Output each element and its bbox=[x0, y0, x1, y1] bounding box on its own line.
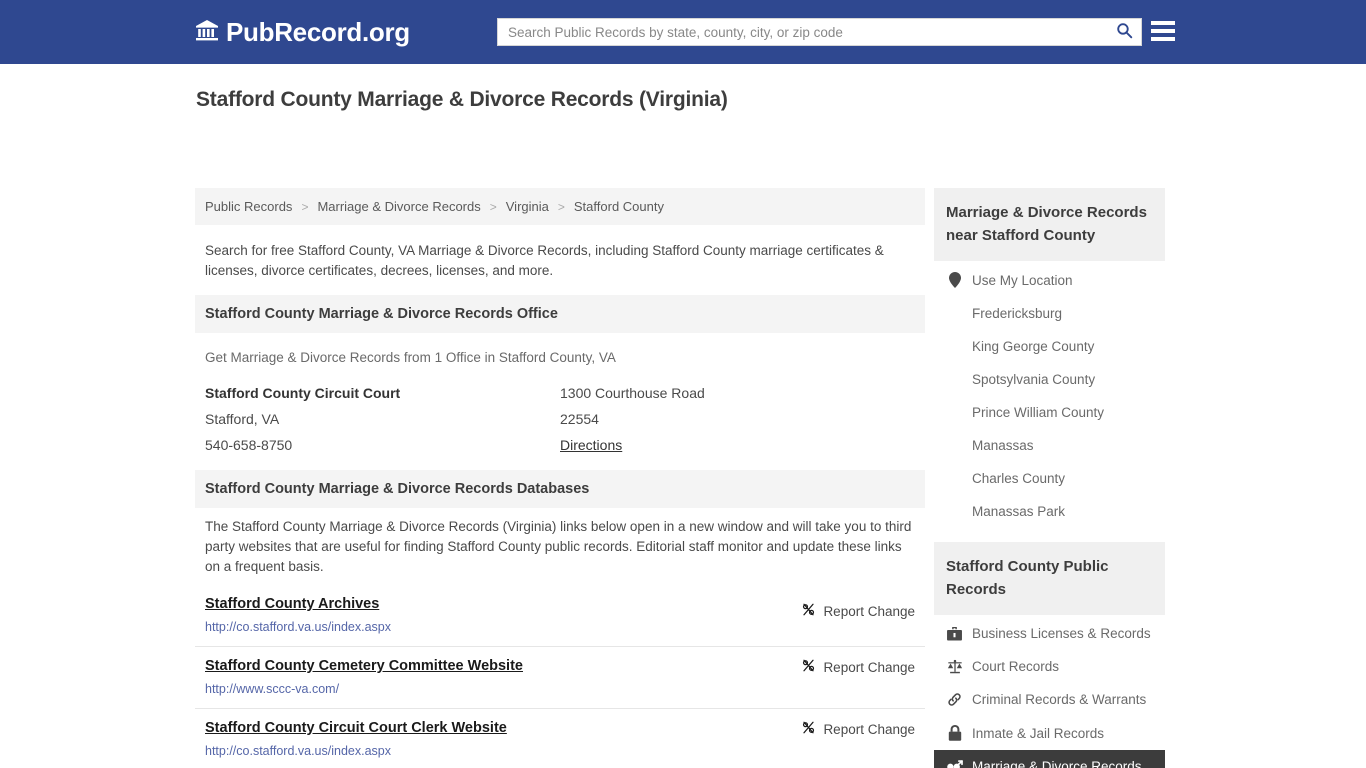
menu-bar-2 bbox=[1151, 29, 1175, 33]
breadcrumb-item-marriage-divorce-records[interactable]: Marriage & Divorce Records bbox=[317, 199, 480, 214]
database-link-title[interactable]: Stafford County Circuit Court Clerk Webs… bbox=[205, 720, 507, 736]
search-button[interactable] bbox=[1107, 19, 1141, 45]
sidebar-public-records-list: Business Licenses & Records Court Record… bbox=[934, 615, 1165, 768]
sidebar-item-criminal-records-warrants[interactable]: Criminal Records & Warrants bbox=[934, 683, 1165, 716]
database-link-url[interactable]: http://co.stafford.va.us/index.aspx bbox=[205, 620, 915, 634]
databases-section-description: The Stafford County Marriage & Divorce R… bbox=[205, 519, 912, 574]
sidebar-item-inmate-jail-records[interactable]: Inmate & Jail Records bbox=[934, 716, 1165, 750]
menu-bar-1 bbox=[1151, 21, 1175, 25]
page-intro-text: Search for free Stafford County, VA Marr… bbox=[205, 243, 884, 278]
sidebar-item-label: Marriage & Divorce Records bbox=[972, 759, 1142, 768]
breadcrumb-item-stafford-county[interactable]: Stafford County bbox=[574, 199, 664, 214]
sidebar-item-label: Use My Location bbox=[972, 272, 1073, 288]
database-link-row: Stafford County Archives http://co.staff… bbox=[195, 591, 925, 646]
hamburger-menu-icon[interactable] bbox=[1151, 20, 1175, 42]
sidebar-item-label: Charles County bbox=[972, 471, 1066, 486]
office-city-state: Stafford, VA bbox=[205, 411, 280, 427]
sidebar-item-court-records[interactable]: Court Records bbox=[934, 650, 1165, 683]
sidebar-item-use-my-location[interactable]: Use My Location bbox=[934, 263, 1165, 297]
breadcrumb-separator: > bbox=[301, 199, 309, 214]
sidebar-item-spotsylvania-county[interactable]: Spotsylvania County bbox=[934, 363, 1165, 396]
sidebar-item-label: Criminal Records & Warrants bbox=[972, 692, 1147, 707]
map-pin-icon bbox=[946, 272, 963, 288]
chain-link-icon bbox=[946, 692, 963, 707]
search-icon bbox=[1116, 22, 1133, 42]
sidebar-item-charles-county[interactable]: Charles County bbox=[934, 462, 1165, 495]
database-link-row: Stafford County Cemetery Committee Websi… bbox=[195, 646, 925, 708]
report-change-button[interactable]: Report Change bbox=[801, 658, 915, 676]
venus-mars-icon bbox=[946, 759, 963, 768]
lock-icon bbox=[946, 725, 963, 741]
breadcrumb: Public Records > Marriage & Divorce Reco… bbox=[195, 188, 925, 225]
broken-link-icon bbox=[801, 658, 816, 676]
sidebar-item-prince-william-county[interactable]: Prince William County bbox=[934, 396, 1165, 429]
sidebar-item-manassas-park[interactable]: Manassas Park bbox=[934, 495, 1165, 528]
sidebar: Marriage & Divorce Records near Stafford… bbox=[934, 188, 1165, 768]
site-logo-text: PubRecord.org bbox=[226, 16, 410, 47]
broken-link-icon bbox=[801, 602, 816, 620]
office-section-heading: Stafford County Marriage & Divorce Recor… bbox=[195, 295, 925, 333]
database-link-title[interactable]: Stafford County Cemetery Committee Websi… bbox=[205, 658, 523, 674]
breadcrumb-item-public-records[interactable]: Public Records bbox=[205, 199, 292, 214]
sidebar-item-marriage-divorce-records[interactable]: Marriage & Divorce Records bbox=[934, 750, 1165, 768]
report-change-button[interactable]: Report Change bbox=[801, 720, 915, 738]
sidebar-nearby-list: Use My Location Fredericksburg King Geor… bbox=[934, 261, 1165, 528]
search-input[interactable] bbox=[498, 19, 1107, 45]
bank-building-icon bbox=[195, 18, 219, 47]
report-change-label: Report Change bbox=[823, 721, 915, 737]
broken-link-icon bbox=[801, 720, 816, 738]
directions-link[interactable]: Directions bbox=[560, 437, 622, 453]
sidebar-item-label: Manassas bbox=[972, 438, 1034, 453]
report-change-button[interactable]: Report Change bbox=[801, 602, 915, 620]
breadcrumb-item-virginia[interactable]: Virginia bbox=[506, 199, 549, 214]
sidebar-item-label: Spotsylvania County bbox=[972, 372, 1096, 387]
sidebar-item-king-george-county[interactable]: King George County bbox=[934, 330, 1165, 363]
menu-bar-3 bbox=[1151, 37, 1175, 41]
office-zip: 22554 bbox=[560, 411, 599, 427]
database-link-row: Stafford County Circuit Court Clerk Webs… bbox=[195, 708, 925, 768]
page-title: Stafford County Marriage & Divorce Recor… bbox=[196, 88, 728, 111]
database-link-title[interactable]: Stafford County Archives bbox=[205, 596, 379, 612]
sidebar-item-label: Manassas Park bbox=[972, 504, 1066, 519]
breadcrumb-separator: > bbox=[557, 199, 565, 214]
sidebar-item-label: Fredericksburg bbox=[972, 306, 1063, 321]
sidebar-item-fredericksburg[interactable]: Fredericksburg bbox=[934, 297, 1165, 330]
briefcase-icon bbox=[946, 626, 963, 641]
sidebar-item-business-licenses-records[interactable]: Business Licenses & Records bbox=[934, 617, 1165, 650]
sidebar-item-label: Prince William County bbox=[972, 405, 1105, 420]
sidebar-item-label: Inmate & Jail Records bbox=[972, 725, 1105, 741]
breadcrumb-separator: > bbox=[489, 199, 497, 214]
search-bar bbox=[497, 18, 1142, 46]
office-phone: 540-658-8750 bbox=[205, 437, 293, 453]
site-header: PubRecord.org bbox=[0, 0, 1366, 64]
office-street: 1300 Courthouse Road bbox=[560, 385, 705, 401]
report-change-label: Report Change bbox=[823, 603, 915, 619]
main-content: Public Records > Marriage & Divorce Reco… bbox=[195, 188, 925, 768]
report-change-label: Report Change bbox=[823, 659, 915, 675]
sidebar-item-label: Court Records bbox=[972, 659, 1060, 674]
office-left-column: Stafford County Circuit Court Stafford, … bbox=[205, 380, 560, 458]
databases-section-heading: Stafford County Marriage & Divorce Recor… bbox=[195, 470, 925, 508]
sidebar-item-label: King George County bbox=[972, 339, 1095, 354]
office-details: Stafford County Circuit Court Stafford, … bbox=[195, 380, 925, 470]
scales-of-justice-icon bbox=[946, 659, 963, 674]
sidebar-item-manassas[interactable]: Manassas bbox=[934, 429, 1165, 462]
database-link-url[interactable]: http://www.sccc-va.com/ bbox=[205, 682, 915, 696]
sidebar-nearby-heading: Marriage & Divorce Records near Stafford… bbox=[934, 188, 1165, 261]
site-logo[interactable]: PubRecord.org bbox=[195, 17, 410, 48]
office-section-subtitle: Get Marriage & Divorce Records from 1 Of… bbox=[205, 350, 616, 365]
sidebar-public-records-heading: Stafford County Public Records bbox=[934, 542, 1165, 615]
database-link-url[interactable]: http://co.stafford.va.us/index.aspx bbox=[205, 744, 915, 758]
office-right-column: 1300 Courthouse Road 22554 Directions bbox=[560, 380, 915, 458]
office-name: Stafford County Circuit Court bbox=[205, 385, 401, 401]
sidebar-item-label: Business Licenses & Records bbox=[972, 626, 1151, 641]
